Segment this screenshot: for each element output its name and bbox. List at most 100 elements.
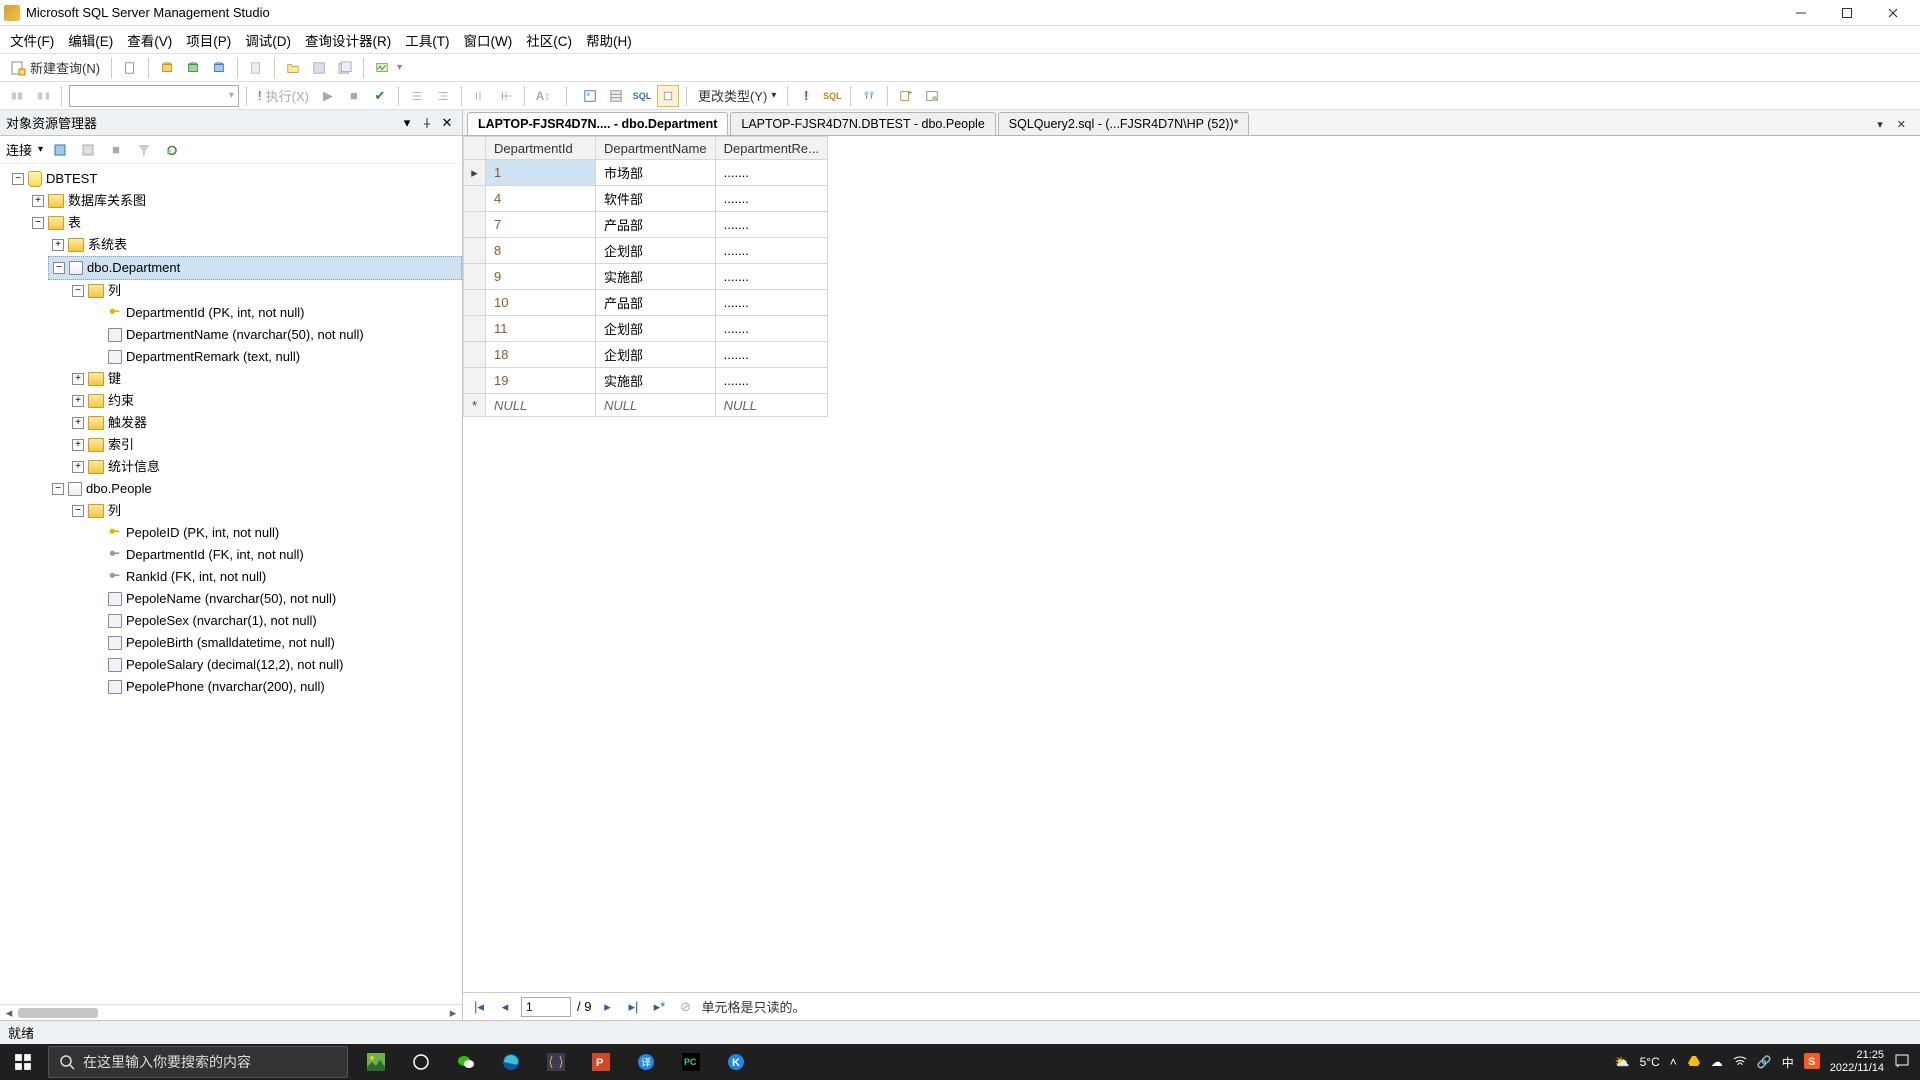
tab-dropdown-icon[interactable]: ▾ — [1873, 116, 1887, 133]
add-table-icon[interactable]: + — [895, 85, 917, 107]
cell-remark[interactable]: ....... — [715, 342, 827, 368]
cell-name[interactable]: 实施部 — [596, 368, 716, 394]
add-derived-icon[interactable] — [921, 85, 943, 107]
change-type-button[interactable]: 更改类型(Y)▾ — [694, 84, 780, 107]
expander-icon[interactable]: − — [72, 505, 84, 517]
nav-last-icon[interactable]: ▸| — [623, 997, 643, 1017]
activity-monitor-icon[interactable] — [371, 57, 393, 79]
db-icon-1[interactable] — [156, 57, 178, 79]
cell-remark[interactable]: ....... — [715, 316, 827, 342]
expander-icon[interactable]: + — [72, 395, 84, 407]
row-selector[interactable] — [464, 316, 486, 342]
verify-sql-icon[interactable]: SQL — [821, 85, 843, 107]
temperature[interactable]: 5°C — [1640, 1055, 1660, 1069]
taskbar-app-ssms[interactable] — [534, 1044, 578, 1080]
clock[interactable]: 21:25 2022/11/14 — [1830, 1049, 1884, 1075]
group-by-icon[interactable] — [858, 85, 880, 107]
font-icon[interactable]: A↕ — [532, 85, 554, 107]
taskbar-app-cortana[interactable] — [399, 1044, 443, 1080]
menu-tools[interactable]: 工具(T) — [405, 30, 449, 50]
minimize-button[interactable] — [1778, 1, 1824, 25]
stop-icon[interactable]: ■ — [343, 85, 365, 107]
cell-name[interactable]: 软件部 — [596, 186, 716, 212]
menu-community[interactable]: 社区(C) — [526, 30, 572, 50]
menu-debug[interactable]: 调试(D) — [245, 30, 291, 50]
cell-id[interactable]: 7 — [486, 212, 596, 238]
execute-button[interactable]: ! 执行(X) — [254, 84, 313, 107]
menu-edit[interactable]: 编辑(E) — [68, 30, 113, 50]
taskbar-app-kugou[interactable]: K — [714, 1044, 758, 1080]
new-query-button[interactable]: 新建查询(N) — [6, 56, 104, 79]
tree-col[interactable]: RankId (FK, int, not null) — [126, 566, 266, 588]
tab-close-icon[interactable]: ✕ — [1893, 116, 1910, 133]
row-selector[interactable] — [464, 342, 486, 368]
nav-cancel-icon[interactable]: ⊘ — [675, 997, 695, 1017]
menu-file[interactable]: 文件(F) — [10, 30, 54, 50]
close-button[interactable] — [1870, 1, 1916, 25]
col-header-name[interactable]: DepartmentName — [596, 137, 716, 160]
tree-col[interactable]: DepartmentRemark (text, null) — [126, 346, 300, 368]
tray-sogou-icon[interactable]: S — [1804, 1053, 1820, 1072]
cell-id[interactable]: 10 — [486, 290, 596, 316]
cell-name[interactable]: 市场部 — [596, 160, 716, 186]
taskbar-search[interactable]: 在这里输入你要搜索的内容 — [48, 1046, 348, 1078]
tree-col[interactable]: PepoleSex (nvarchar(1), not null) — [126, 610, 317, 632]
menu-help[interactable]: 帮助(H) — [586, 30, 632, 50]
panel-dropdown-icon[interactable]: ▾ — [398, 114, 416, 132]
col-header-remark[interactable]: DepartmentRe... — [715, 137, 827, 160]
taskbar-app-pycharm[interactable]: PC — [669, 1044, 713, 1080]
new-file-icon[interactable] — [119, 57, 141, 79]
uncomment-icon[interactable] — [495, 85, 517, 107]
notifications-icon[interactable] — [1894, 1053, 1910, 1072]
tree-columns[interactable]: 列 — [108, 280, 121, 302]
taskbar-app-wechat[interactable] — [444, 1044, 488, 1080]
tree-keys[interactable]: 键 — [108, 368, 121, 390]
cell-remark[interactable]: ....... — [715, 238, 827, 264]
row-selector[interactable] — [464, 186, 486, 212]
tree-tables[interactable]: 表 — [68, 212, 81, 234]
row-selector[interactable] — [464, 290, 486, 316]
weather-icon[interactable]: ⛅ — [1615, 1055, 1630, 1069]
row-selector[interactable] — [464, 368, 486, 394]
row-selector-new[interactable]: * — [464, 394, 486, 417]
disconnect-icon[interactable] — [32, 85, 54, 107]
cell-name[interactable]: 企划部 — [596, 342, 716, 368]
col-header-id[interactable]: DepartmentId — [486, 137, 596, 160]
tree-stats[interactable]: 统计信息 — [108, 456, 160, 478]
expander-icon[interactable]: − — [52, 483, 64, 495]
menu-project[interactable]: 项目(P) — [186, 30, 231, 50]
taskbar-app-edge[interactable] — [489, 1044, 533, 1080]
outdent-icon[interactable] — [406, 85, 428, 107]
cell-name[interactable]: 产品部 — [596, 290, 716, 316]
db-icon-2[interactable] — [182, 57, 204, 79]
expander-icon[interactable]: + — [52, 239, 64, 251]
tree-col[interactable]: PepoleName (nvarchar(50), not null) — [126, 588, 336, 610]
connect-server-icon[interactable] — [49, 139, 71, 161]
save-icon[interactable] — [308, 57, 330, 79]
tray-cloud-icon[interactable]: ☁ — [1711, 1055, 1723, 1069]
sql-pane-icon[interactable]: SQL — [631, 85, 653, 107]
tree-diagrams[interactable]: 数据库关系图 — [68, 190, 146, 212]
save-all-icon[interactable] — [334, 57, 356, 79]
expander-icon[interactable]: + — [72, 373, 84, 385]
panel-pin-icon[interactable] — [418, 114, 436, 132]
tree-columns[interactable]: 列 — [108, 500, 121, 522]
nav-next-icon[interactable]: ▸ — [597, 997, 617, 1017]
menu-window[interactable]: 窗口(W) — [464, 30, 513, 50]
cell-remark[interactable]: ....... — [715, 160, 827, 186]
filter-icon[interactable] — [133, 139, 155, 161]
maximize-button[interactable] — [1824, 1, 1870, 25]
cut-icon[interactable] — [245, 57, 267, 79]
tree-col[interactable]: PepolePhone (nvarchar(200), null) — [126, 676, 325, 698]
results-pane-icon[interactable] — [657, 85, 679, 107]
connect-label[interactable]: 连接 — [6, 140, 32, 159]
db-icon-3[interactable] — [208, 57, 230, 79]
expander-icon[interactable]: + — [72, 439, 84, 451]
tree-col[interactable]: PepoleSalary (decimal(12,2), not null) — [126, 654, 344, 676]
tree-col[interactable]: DepartmentName (nvarchar(50), not null) — [126, 324, 364, 346]
tray-connection-icon[interactable]: 🔗 — [1757, 1055, 1772, 1069]
tree-table-people[interactable]: −dbo.People — [48, 478, 462, 500]
tree-col[interactable]: PepoleID (PK, int, not null) — [126, 522, 279, 544]
object-tree[interactable]: −DBTEST +数据库关系图 −表 +系统表 −dbo.Department — [0, 164, 462, 1004]
connect-icon[interactable] — [6, 85, 28, 107]
